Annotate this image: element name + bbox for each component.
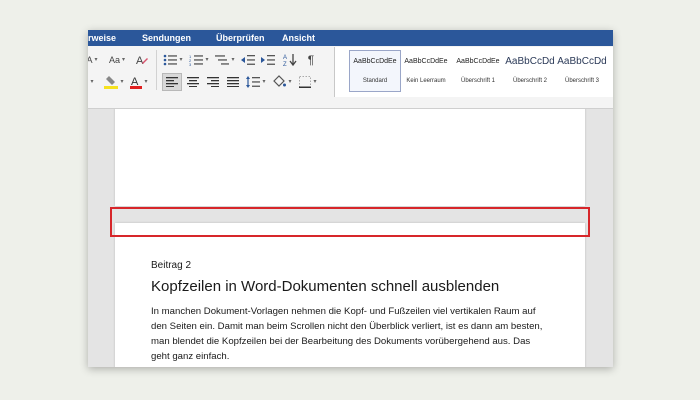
page-previous[interactable] [115, 109, 585, 206]
word-window: rweise Sendungen Überprüfen Ansicht A ▾ A… [88, 30, 613, 367]
font-color-button[interactable]: A ▾ [128, 74, 150, 90]
document-label: Beitrag 2 [151, 260, 192, 271]
borders-button[interactable]: ▾ [296, 74, 320, 90]
separator [156, 50, 157, 90]
style-sample: AaBbCcDdEe [456, 58, 500, 65]
align-left-button[interactable] [162, 73, 182, 91]
justify-icon [227, 77, 239, 87]
align-left-icon [166, 77, 178, 87]
decrease-indent-button[interactable] [240, 52, 256, 68]
svg-text:Z: Z [283, 62, 287, 67]
sort-button[interactable]: A Z [282, 52, 298, 68]
numbered-list-icon: 1 2 3 [189, 54, 204, 66]
style-sample: AaBbCcDdEe [353, 58, 397, 65]
svg-text:A: A [283, 55, 287, 61]
style-sample: AaBbCcDd [557, 56, 607, 67]
paint-bucket-icon [273, 75, 287, 87]
tab-sendungen[interactable]: Sendungen [142, 32, 191, 44]
style-name: Kein Leerraum [406, 78, 446, 84]
paragraph-line: In manchen Dokument-Vorlagen nehmen die … [151, 306, 536, 317]
bullets-button[interactable]: ▾ [162, 52, 184, 68]
highlight-color-button[interactable]: ▾ [102, 74, 126, 90]
line-spacing-icon [246, 76, 261, 88]
sort-icon: A Z [283, 54, 297, 67]
document-heading: Kopfzeilen in Word-Dokumenten schnell au… [151, 278, 500, 295]
increase-indent-button[interactable] [260, 52, 276, 68]
paragraph-line: man blendet die Kopfzeilen bei der Bearb… [151, 336, 531, 347]
clear-formatting-icon: A [136, 55, 148, 67]
tab-ansicht[interactable]: Ansicht [282, 32, 315, 44]
align-right-button[interactable] [204, 74, 222, 90]
highlighter-icon [104, 76, 119, 89]
font-color-dropdown-partial[interactable]: ▾ [88, 74, 96, 90]
line-spacing-button[interactable]: ▾ [244, 74, 268, 90]
font-color-icon: A [130, 76, 143, 89]
document-canvas[interactable]: Beitrag 2 Kopfzeilen in Word-Dokumenten … [88, 109, 613, 367]
shading-button[interactable]: ▾ [270, 74, 294, 90]
style-ueberschrift-3[interactable]: AaBbCcDd Überschrift 3 [557, 51, 607, 89]
clear-formatting-button[interactable]: A [134, 52, 150, 68]
decrease-indent-icon [241, 55, 255, 65]
style-ueberschrift-1[interactable]: AaBbCcDdEe Überschrift 1 [453, 51, 503, 89]
pilcrow-icon: ¶ [307, 53, 315, 67]
styles-gallery: AaBbCcDdEe Standard AaBbCcDdEe Kein Leer… [334, 47, 613, 97]
style-name: Standard [362, 78, 388, 84]
show-formatting-button[interactable]: ¶ [304, 52, 318, 68]
style-sample: AaBbCcDdEe [404, 58, 448, 65]
increase-indent-icon [261, 55, 275, 65]
tab-design[interactable]: rweise [88, 32, 116, 44]
bullet-list-icon [164, 54, 178, 66]
style-name: Überschrift 2 [512, 78, 547, 84]
borders-icon [299, 76, 312, 88]
numbering-button[interactable]: 1 2 3 ▾ [188, 52, 210, 68]
style-kein-leerraum[interactable]: AaBbCcDdEe Kein Leerraum [401, 51, 451, 89]
ribbon-toolbar: A ▾ Aa ▾ A ▾ 1 2 3 ▾ ▾ A Z ¶ ▾ ▾ A ▾ ▾ ▾… [88, 46, 613, 109]
style-standard[interactable]: AaBbCcDdEe Standard [349, 50, 401, 92]
page-gap-highlight [110, 207, 590, 237]
justify-button[interactable] [224, 74, 242, 90]
ribbon-tab-bar: rweise Sendungen Überprüfen Ansicht [88, 30, 613, 46]
style-sample: AaBbCcDd [505, 56, 555, 67]
paragraph-line: den Seiten ein. Damit man beim Scrollen … [151, 321, 543, 332]
paragraph-line: geht ganz einfach. [151, 351, 230, 362]
font-size-shrink-button[interactable]: A ▾ [88, 52, 98, 68]
tab-ueberpruefen[interactable]: Überprüfen [216, 32, 265, 44]
style-name: Überschrift 1 [460, 78, 495, 84]
align-center-icon [187, 77, 199, 87]
align-center-button[interactable] [184, 74, 202, 90]
multilevel-list-button[interactable]: ▾ [214, 52, 236, 68]
svg-text:A: A [136, 55, 144, 67]
style-ueberschrift-2[interactable]: AaBbCcDd Überschrift 2 [505, 51, 555, 89]
change-case-button[interactable]: Aa ▾ [106, 52, 128, 68]
align-right-icon [207, 77, 219, 87]
style-name: Überschrift 3 [564, 78, 599, 84]
page-current[interactable]: Beitrag 2 Kopfzeilen in Word-Dokumenten … [115, 223, 585, 367]
svg-text:3: 3 [189, 62, 192, 66]
multilevel-list-icon [215, 55, 230, 65]
